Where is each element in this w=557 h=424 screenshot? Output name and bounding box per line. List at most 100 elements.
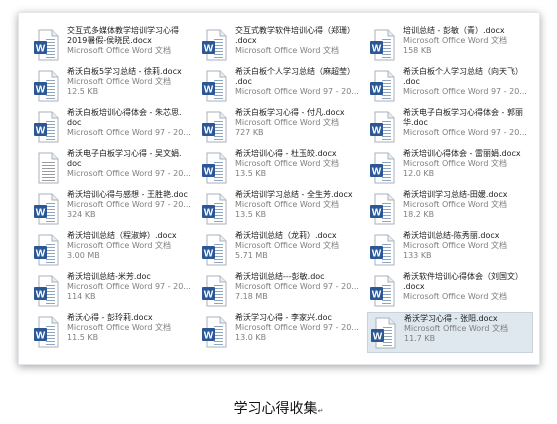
file-name: 希沃白板学习心得 - 付凡.docx xyxy=(235,108,345,117)
file-size: 13.5 KB xyxy=(235,210,267,219)
word-doc-icon: W xyxy=(33,111,59,143)
file-size: 158 KB xyxy=(403,46,432,55)
svg-text:W: W xyxy=(36,44,46,55)
file-info: 希沃白板5学习总结 - 徐莉.docx Microsoft Office Word… xyxy=(67,67,197,97)
file-item[interactable]: W 希沃培训学习总结-田媛.docx Microsoft Office Word 文… xyxy=(367,189,533,230)
file-name: doc xyxy=(67,118,82,127)
svg-text:W: W xyxy=(204,44,214,55)
file-name: 希沃学习心得 - 李家兴.doc xyxy=(235,313,332,322)
file-item[interactable]: W 希沃培训总结（龙莉）.docx Microsoft Office Word 文档… xyxy=(199,230,365,271)
svg-text:W: W xyxy=(36,126,46,137)
file-name: .docx xyxy=(403,282,425,291)
word-doc-icon: W xyxy=(369,193,395,225)
file-item[interactable]: W 希沃培训心得与感想 - 王胜艳.doc Microsoft Office Wor… xyxy=(31,189,197,230)
file-type: Microsoft Office Word 97 - 20... xyxy=(67,282,191,291)
file-name: 培训总结 - 彭敏（青）.docx xyxy=(403,26,505,35)
file-info: 希沃白板学习心得 - 付凡.docx Microsoft Office Word … xyxy=(235,108,365,138)
file-item[interactable]: W 希沃白板培训心得体会 - 朱芯思. doc Microsoft Office Wo… xyxy=(31,107,197,148)
file-type: Microsoft Office Word 文档 xyxy=(403,159,507,168)
file-name: doc xyxy=(67,159,82,168)
file-item[interactable]: W 交互式多媒体教学培训学习心得 2019暑假-侯晓民.docx Microsoft … xyxy=(31,25,197,66)
file-size: 727 KB xyxy=(235,128,264,137)
svg-text:W: W xyxy=(373,332,383,343)
word-doc-icon: W xyxy=(201,152,227,184)
file-size: 324 KB xyxy=(67,210,96,219)
file-type: Microsoft Office Word 97 - 20... xyxy=(67,128,191,137)
word-doc-icon: W xyxy=(369,275,395,307)
file-name: .doc xyxy=(235,77,252,86)
file-size: 11.7 KB xyxy=(404,334,436,343)
word-doc-icon: W xyxy=(370,317,396,349)
file-info: 希沃培训学习总结 - 全生芳.docx Microsoft Office Word… xyxy=(235,190,365,220)
file-type: Microsoft Office Word 文档 xyxy=(67,241,171,250)
file-item[interactable]: W 希沃培训总结-米芳.doc Microsoft Office Word 97 -… xyxy=(31,271,197,312)
file-size: 3.00 MB xyxy=(67,251,100,260)
word-doc-icon: W xyxy=(369,29,395,61)
file-item[interactable]: W 希沃软件培训心得体会（刘国文） .docx Microsoft Office Wo… xyxy=(367,271,533,312)
file-item[interactable]: W 希沃培训心得 - 杜玉皎.docx Microsoft Office Word … xyxy=(199,148,365,189)
file-info: 希沃电子白板学习心得体会 - 郭丽 华.doc Microsoft Office W… xyxy=(403,108,533,138)
file-name: .doc xyxy=(403,77,420,86)
file-type: Microsoft Office Word 文档 xyxy=(67,323,171,332)
file-item[interactable]: W 希沃培训总结-陈秀丽.docx Microsoft Office Word 文档… xyxy=(367,230,533,271)
file-type: Microsoft Office Word 文档 xyxy=(404,324,508,333)
file-item[interactable]: W 希沃白板学习心得 - 付凡.docx Microsoft Office Word… xyxy=(199,107,365,148)
file-type: Microsoft Office Word 文档 xyxy=(67,77,171,86)
file-item[interactable]: W 希沃培训总结（程淑婷）.docx Microsoft Office Word 文… xyxy=(31,230,197,271)
file-type: Microsoft Office Word 97 - 20... xyxy=(403,87,527,96)
file-explorer-window: W 交互式多媒体教学培训学习心得 2019暑假-侯晓民.docx Microsoft … xyxy=(18,12,540,365)
file-size: 12.0 KB xyxy=(403,169,435,178)
file-type: Microsoft Office Word 97 - 20... xyxy=(67,200,191,209)
file-type: Microsoft Office Word 文档 xyxy=(235,159,339,168)
file-item[interactable]: W 希沃白板个人学习总结（麻超莹） .doc Microsoft Office Wor… xyxy=(199,66,365,107)
file-item[interactable]: W 希沃学习心得 - 李家兴.doc Microsoft Office Word 9… xyxy=(199,312,365,353)
file-item[interactable]: W 希沃培训总结---彭敏.doc Microsoft Office Word 97… xyxy=(199,271,365,312)
word-doc-icon: W xyxy=(33,29,59,61)
file-item[interactable]: W 培训总结 - 彭敏（青）.docx Microsoft Office Word … xyxy=(367,25,533,66)
file-item[interactable]: W 希沃培训学习总结 - 全生芳.docx Microsoft Office Wor… xyxy=(199,189,365,230)
file-info: 交互式多媒体教学培训学习心得 2019暑假-侯晓民.docx Microsoft O… xyxy=(67,26,197,56)
file-info: 希沃培训总结-陈秀丽.docx Microsoft Office Word 文档 1… xyxy=(403,231,533,261)
svg-text:W: W xyxy=(36,249,46,260)
file-item[interactable]: 希沃电子白板学习心得 - 吴文娟. doc Microsoft Office Wor… xyxy=(31,148,197,189)
file-type: Microsoft Office Word 文档 xyxy=(235,118,339,127)
svg-text:W: W xyxy=(372,290,382,301)
file-item[interactable]: W 希沃学习心得 - 张阳.docx Microsoft Office Word 文… xyxy=(367,312,533,353)
file-type: Microsoft Office Word 97 - 20... xyxy=(235,282,359,291)
svg-text:W: W xyxy=(36,290,46,301)
word-doc-icon: W xyxy=(201,234,227,266)
doc-generic-icon xyxy=(33,152,59,184)
file-size: 12.5 KB xyxy=(67,87,99,96)
file-type: Microsoft Office Word 97 - 20... xyxy=(235,323,359,332)
file-info: 希沃学习心得 - 李家兴.doc Microsoft Office Word 97… xyxy=(235,313,365,343)
file-item[interactable]: W 希沃培训心得体会 - 雷丽娟.docx Microsoft Office Wor… xyxy=(367,148,533,189)
file-name: 2019暑假-侯晓民.docx xyxy=(67,36,152,45)
svg-text:W: W xyxy=(204,126,214,137)
file-info: 希沃白板培训心得体会 - 朱芯思. doc Microsoft Office Wor… xyxy=(67,108,197,138)
file-info: 希沃白板个人学习总结（向天飞） .doc Microsoft Office Word… xyxy=(403,67,533,97)
word-doc-icon: W xyxy=(201,193,227,225)
file-size: 114 KB xyxy=(67,292,96,301)
svg-text:W: W xyxy=(372,126,382,137)
svg-text:W: W xyxy=(204,331,214,342)
file-name: 希沃培训总结---彭敏.doc xyxy=(235,272,325,281)
file-item[interactable]: W 希沃电子白板学习心得体会 - 郭丽 华.doc Microsoft Office … xyxy=(367,107,533,148)
svg-text:W: W xyxy=(36,331,46,342)
file-item[interactable]: W 希沃白板个人学习总结（向天飞） .doc Microsoft Office Wor… xyxy=(367,66,533,107)
file-name: 希沃培训总结（龙莉）.docx xyxy=(235,231,337,240)
word-doc-icon: W xyxy=(369,152,395,184)
file-info: 交互式教学软件培训心得（郑珊） .docx Microsoft Office Wor… xyxy=(235,26,365,56)
file-info: 希沃培训学习总结-田媛.docx Microsoft Office Word 文档… xyxy=(403,190,533,220)
file-name: 希沃培训学习总结 - 全生芳.docx xyxy=(235,190,353,199)
word-doc-icon: W xyxy=(369,70,395,102)
file-item[interactable]: W 交互式教学软件培训心得（郑珊） .docx Microsoft Office Wo… xyxy=(199,25,365,66)
file-name: 希沃电子白板学习心得体会 - 郭丽 xyxy=(403,108,523,117)
file-size: 7.18 MB xyxy=(235,292,268,301)
file-item[interactable]: W 希沃心得 - 彭玲莉.docx Microsoft Office Word 文档… xyxy=(31,312,197,353)
svg-text:W: W xyxy=(372,208,382,219)
file-size: 133 KB xyxy=(403,251,432,260)
word-doc-icon: W xyxy=(33,316,59,348)
file-info: 希沃电子白板学习心得 - 吴文娟. doc Microsoft Office Wor… xyxy=(67,149,197,179)
file-info: 希沃心得 - 彭玲莉.docx Microsoft Office Word 文档 1… xyxy=(67,313,197,343)
file-item[interactable]: W 希沃白板5学习总结 - 徐莉.docx Microsoft Office Wor… xyxy=(31,66,197,107)
